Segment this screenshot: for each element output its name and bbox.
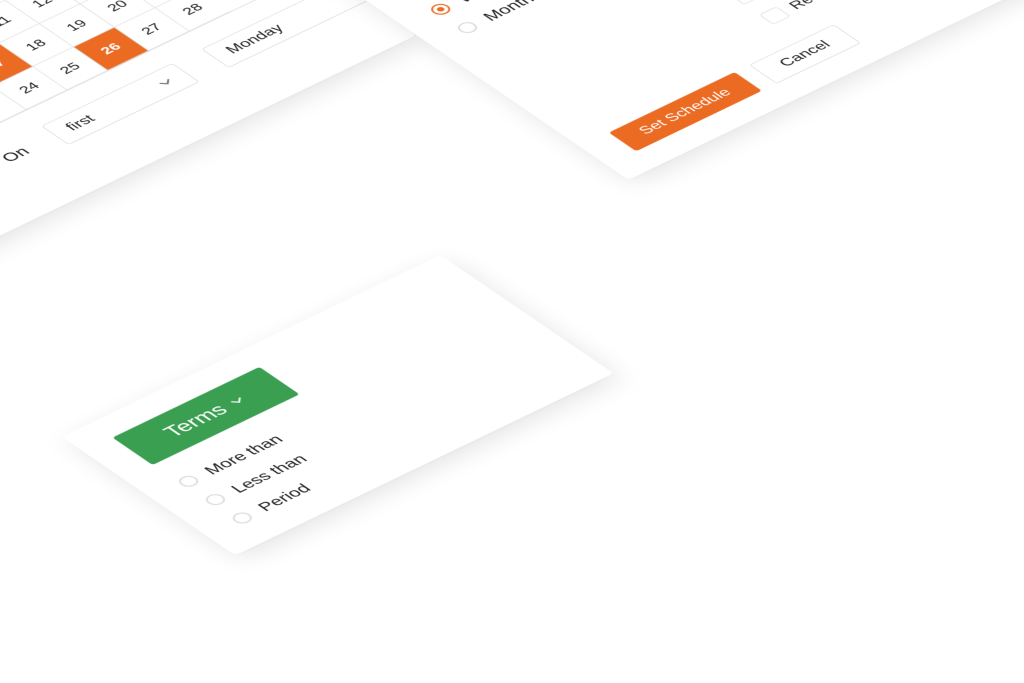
radio-on[interactable]: On — [0, 144, 34, 178]
radio-less-than[interactable]: Less than — [200, 344, 536, 509]
chevron-down-icon — [154, 75, 178, 89]
radio-dot — [175, 474, 202, 489]
radio-dot — [427, 2, 454, 17]
panel-terms: Terms More than Less than Period — [62, 255, 614, 556]
chevron-down-icon — [225, 394, 249, 408]
btn-label: Set Schedule — [635, 86, 736, 137]
radio-label: Monthly — [478, 0, 550, 24]
recur-select[interactable]: Recure every 1 week — [717, 0, 1024, 5]
radio-dot — [454, 20, 481, 35]
btn-label: Terms — [158, 401, 233, 441]
checkbox-box — [759, 6, 791, 24]
btn-label: Cancel — [775, 38, 834, 69]
ordinal-value: first — [62, 113, 99, 134]
schedule-radios: One-Time Daily Weekly Monthly — [372, 0, 730, 116]
radio-dot — [229, 510, 256, 525]
radio-label: On — [0, 144, 34, 165]
cancel-button[interactable]: Cancel — [749, 24, 861, 84]
panel-frequency-a: ces Weekly Monthly 27/05/2020 — [0, 0, 416, 308]
radio-dot — [202, 492, 229, 507]
weekday-value: Monday — [222, 22, 288, 57]
radio-monthly[interactable]: Monthly — [452, 0, 613, 37]
